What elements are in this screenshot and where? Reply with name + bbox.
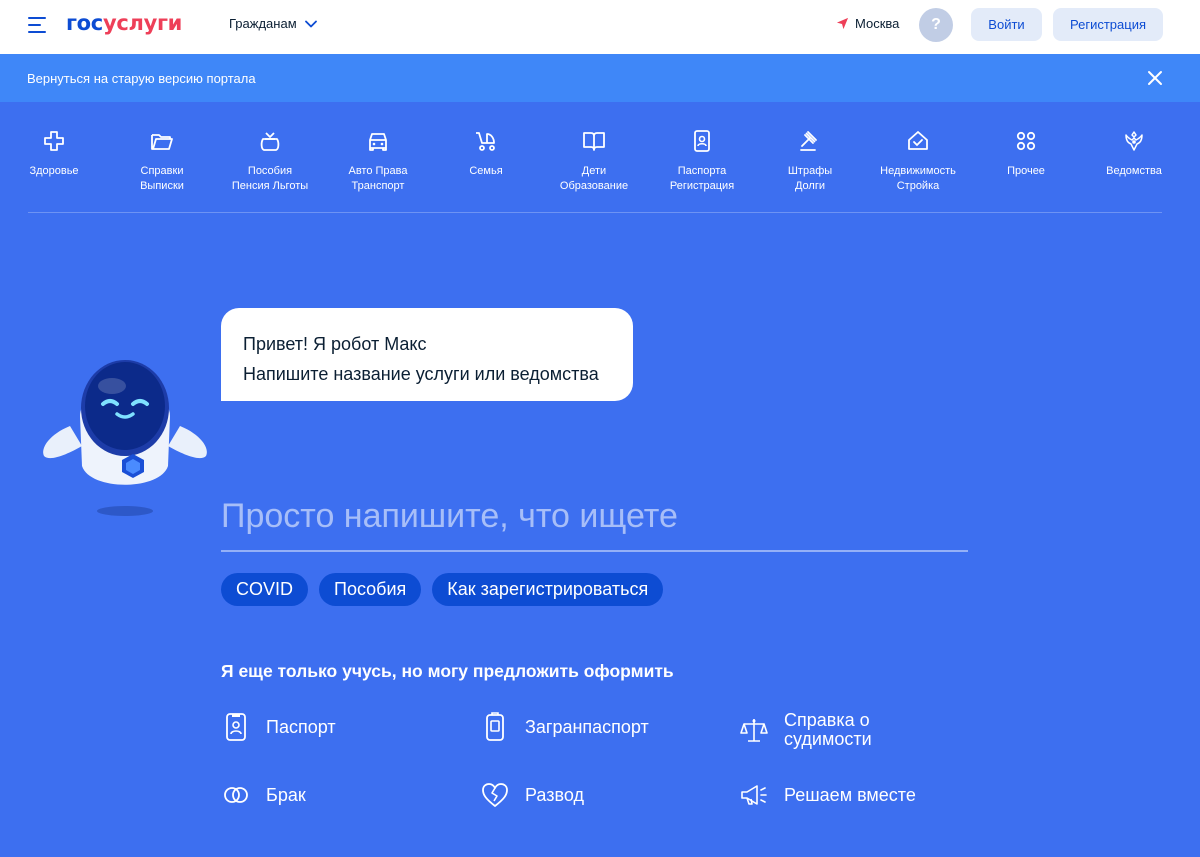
rings-icon — [221, 779, 251, 811]
wallet-icon — [257, 128, 283, 154]
location-label: Москва — [855, 16, 900, 31]
suggestions-title: Я еще только учусь, но могу предложить о… — [221, 661, 674, 681]
chip-how-to-register[interactable]: Как зарегистрироваться — [432, 573, 664, 606]
close-icon[interactable] — [1147, 70, 1163, 86]
book-icon — [581, 128, 607, 154]
robot-speech-bubble: Привет! Я робот Макс Напишите название у… — [221, 308, 633, 401]
service-passport[interactable]: Паспорт — [221, 711, 336, 743]
grid-icon — [1013, 128, 1039, 154]
passport-icon — [221, 711, 251, 743]
register-button[interactable]: Регистрация — [1053, 8, 1163, 41]
folder-icon — [149, 128, 175, 154]
search-input[interactable] — [221, 490, 968, 542]
passport-icon — [689, 128, 715, 154]
location-arrow-icon — [836, 17, 849, 30]
chevron-down-icon — [304, 20, 317, 27]
scales-icon — [739, 714, 769, 746]
old-version-link[interactable]: Вернуться на старую версию портала — [27, 71, 256, 86]
category-agencies[interactable]: Ведомства — [1080, 102, 1188, 179]
gavel-icon — [797, 128, 823, 154]
location-selector[interactable]: Москва — [836, 16, 899, 31]
car-icon — [365, 128, 391, 154]
category-children[interactable]: Дети Образование — [540, 102, 648, 194]
service-solve-together[interactable]: Решаем вместе — [739, 779, 916, 811]
category-other[interactable]: Прочее — [972, 102, 1080, 179]
category-nav: Здоровье Справки Выписки Пособия Пенсия … — [0, 102, 1200, 213]
category-family[interactable]: Семья — [432, 102, 540, 179]
robot-prompt: Напишите название услуги или ведомства — [243, 364, 599, 384]
health-icon — [41, 128, 67, 154]
category-passports[interactable]: Паспорта Регистрация — [648, 102, 756, 194]
emblem-icon — [1121, 128, 1147, 154]
search-box — [221, 490, 968, 552]
category-fines[interactable]: Штрафы Долги — [756, 102, 864, 194]
chip-benefits[interactable]: Пособия — [319, 573, 422, 606]
category-health[interactable]: Здоровье — [0, 102, 108, 179]
foreign-passport-icon — [480, 711, 510, 743]
audience-dropdown[interactable]: Гражданам — [229, 16, 317, 31]
megaphone-icon — [739, 779, 769, 811]
category-certificates[interactable]: Справки Выписки — [108, 102, 216, 194]
top-header: госуслуги Гражданам Москва ? Войти Регис… — [0, 0, 1200, 54]
service-criminal-record[interactable]: Справка о судимости — [739, 711, 872, 749]
category-divider — [28, 212, 1162, 213]
category-benefits[interactable]: Пособия Пенсия Льготы — [216, 102, 324, 194]
category-auto[interactable]: Авто Права Транспорт — [324, 102, 432, 194]
help-button[interactable]: ? — [919, 8, 953, 42]
stroller-icon — [473, 128, 499, 154]
broken-heart-icon — [480, 779, 510, 811]
audience-label: Гражданам — [229, 16, 297, 31]
quick-chips: COVID Пособия Как зарегистрироваться — [221, 573, 664, 606]
old-version-banner: Вернуться на старую версию портала — [0, 54, 1200, 102]
gosuslugi-logo[interactable]: госуслуги — [66, 11, 182, 35]
service-marriage[interactable]: Брак — [221, 779, 306, 811]
robot-greeting: Привет! Я робот Макс — [243, 334, 427, 354]
category-realty[interactable]: Недвижимость Стройка — [864, 102, 972, 194]
service-foreign-passport[interactable]: Загранпаспорт — [480, 711, 649, 743]
chip-covid[interactable]: COVID — [221, 573, 309, 606]
robot-max-avatar — [40, 356, 210, 521]
house-icon — [905, 128, 931, 154]
menu-icon[interactable] — [28, 16, 48, 34]
service-divorce[interactable]: Развод — [480, 779, 584, 811]
login-button[interactable]: Войти — [971, 8, 1042, 41]
